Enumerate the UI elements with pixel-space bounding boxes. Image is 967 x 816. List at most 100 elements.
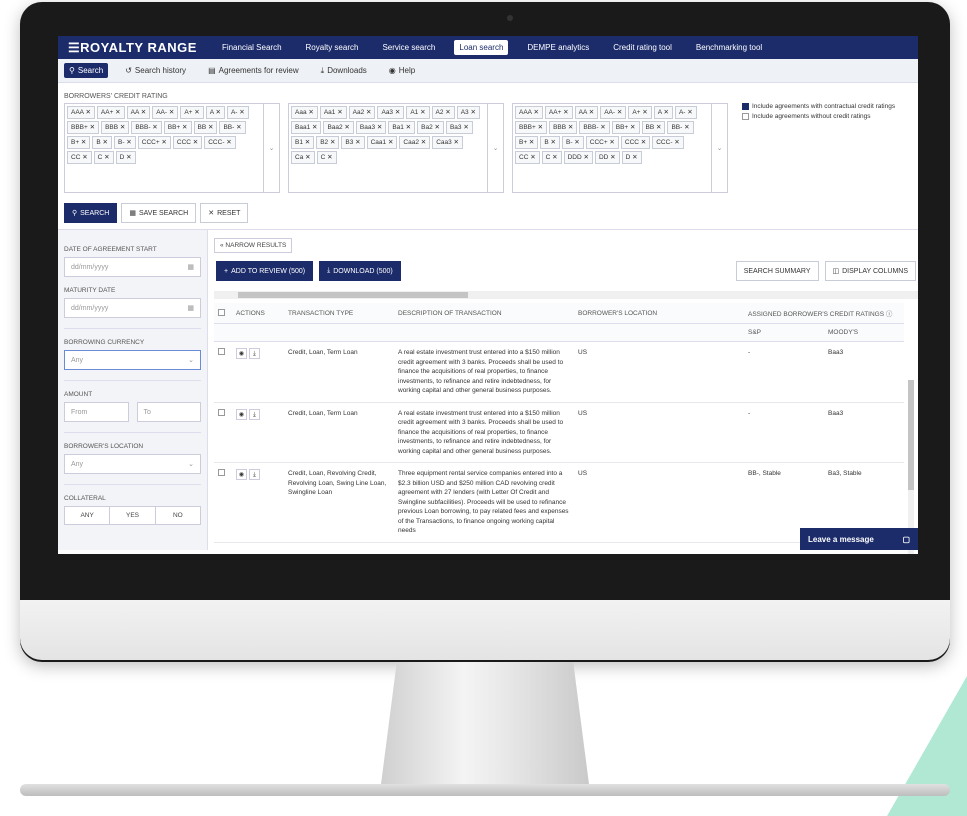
chevron-down-icon[interactable]: ⌄	[264, 103, 280, 193]
calendar-icon[interactable]: ▦	[187, 263, 194, 271]
select-all-checkbox[interactable]	[218, 308, 225, 316]
rating-chip[interactable]: Baa2 ✕	[323, 121, 354, 134]
currency-select[interactable]: Any ⌄	[64, 350, 201, 370]
calendar-icon[interactable]: ▦	[187, 304, 194, 312]
location-select[interactable]: Any ⌄	[64, 454, 201, 474]
rating-chip[interactable]: BBB ✕	[549, 121, 578, 134]
checkbox-checked[interactable]	[742, 103, 749, 110]
rating-chip[interactable]: CC ✕	[515, 151, 540, 164]
row-checkbox[interactable]	[218, 408, 225, 416]
rating-chip[interactable]: AAA ✕	[515, 106, 543, 119]
nav-royalty-search[interactable]: Royalty search	[301, 40, 364, 55]
moodys-ratings-select[interactable]: Aaa ✕ Aa1 ✕ Aa2 ✕ Aa3 ✕ A1 ✕ A2 ✕ A3 ✕ Baa1 ✕ Ba…	[288, 103, 504, 193]
fitch-ratings-select[interactable]: AAA ✕ AA+ ✕ AA ✕ AA- ✕ A+ ✕ A ✕ A- ✕ BBB+ ✕ BBB …	[512, 103, 728, 193]
col-transaction-type[interactable]: TRANSACTION TYPE	[284, 303, 394, 324]
rating-chip[interactable]: B2 ✕	[316, 136, 340, 149]
rating-chip[interactable]: CCC ✕	[172, 136, 203, 149]
rating-chip[interactable]: A- ✕	[674, 106, 697, 119]
rating-chip[interactable]: D ✕	[115, 151, 136, 164]
rating-chip[interactable]: BBB ✕	[101, 121, 130, 134]
rating-chip[interactable]: A3 ✕	[456, 106, 480, 119]
rating-chip[interactable]: BB- ✕	[667, 121, 694, 134]
rating-chip[interactable]: A- ✕	[226, 106, 249, 119]
maturity-input[interactable]: dd/mm/yyyy ▦	[64, 298, 201, 318]
rating-chip[interactable]: Caa2 ✕	[399, 136, 431, 149]
logo[interactable]: ☰ROYALTY RANGE	[68, 40, 197, 56]
nav-service-search[interactable]: Service search	[377, 40, 440, 55]
rating-chip[interactable]: CCC ✕	[620, 136, 651, 149]
rating-chip[interactable]: C ✕	[93, 151, 114, 164]
vertical-scrollbar-thumb[interactable]	[908, 380, 914, 490]
rating-chip[interactable]: DDD ✕	[563, 151, 593, 164]
view-icon[interactable]: ◉	[236, 348, 247, 359]
rating-chip[interactable]: A+ ✕	[628, 106, 652, 119]
rating-chip[interactable]: B- ✕	[113, 136, 136, 149]
rating-chip[interactable]: Ba2 ✕	[417, 121, 444, 134]
rating-chip[interactable]: CC ✕	[67, 151, 92, 164]
download-icon[interactable]: ⤓	[249, 408, 260, 420]
col-sp[interactable]: S&P	[744, 323, 824, 342]
chevron-down-icon[interactable]: ⌄	[712, 103, 728, 193]
scrollbar-thumb[interactable]	[238, 292, 468, 298]
collateral-no[interactable]: NO	[156, 507, 200, 524]
rating-chip[interactable]: Baa1 ✕	[291, 121, 322, 134]
nav-financial-search[interactable]: Financial Search	[217, 40, 287, 55]
moodys-ratings-chips[interactable]: Aaa ✕ Aa1 ✕ Aa2 ✕ Aa3 ✕ A1 ✕ A2 ✕ A3 ✕ Baa1 ✕ Ba…	[288, 103, 488, 193]
rating-chip[interactable]: A2 ✕	[431, 106, 455, 119]
download-button[interactable]: ⤓ DOWNLOAD (500)	[319, 261, 401, 281]
rating-chip[interactable]: A ✕	[653, 106, 673, 119]
rating-chip[interactable]: DD ✕	[594, 151, 620, 164]
nav-dempe-analytics[interactable]: DEMPE analytics	[522, 40, 594, 55]
save-search-button[interactable]: ▦ SAVE SEARCH	[121, 203, 197, 223]
rating-chip[interactable]: Aa2 ✕	[348, 106, 376, 119]
rating-chip[interactable]: B ✕	[92, 136, 112, 149]
rating-chip[interactable]: AA- ✕	[600, 106, 627, 119]
rating-chip[interactable]: D ✕	[621, 151, 642, 164]
rating-chip[interactable]: BBB- ✕	[579, 121, 610, 134]
rating-chip[interactable]: B ✕	[540, 136, 560, 149]
fitch-ratings-chips[interactable]: AAA ✕ AA+ ✕ AA ✕ AA- ✕ A+ ✕ A ✕ A- ✕ BBB+ ✕ BBB …	[512, 103, 712, 193]
rating-chip[interactable]: C ✕	[541, 151, 562, 164]
rating-chip[interactable]: B1 ✕	[291, 136, 315, 149]
subnav-review[interactable]: ▤ Agreements for review	[203, 63, 304, 78]
rating-chip[interactable]: AA ✕	[574, 106, 599, 119]
nav-credit-rating-tool[interactable]: Credit rating tool	[608, 40, 677, 55]
search-summary-button[interactable]: SEARCH SUMMARY	[735, 261, 819, 281]
rating-chip[interactable]: AA+ ✕	[96, 106, 125, 119]
download-icon[interactable]: ⤓	[249, 348, 260, 359]
rating-chip[interactable]: CCC- ✕	[652, 136, 684, 149]
rating-chip[interactable]: AAA ✕	[67, 106, 95, 119]
rating-chip[interactable]: BB ✕	[193, 121, 218, 134]
rating-chip[interactable]: C ✕	[316, 151, 337, 164]
rating-chip[interactable]: AA- ✕	[152, 106, 179, 119]
reset-button[interactable]: ✕ RESET	[200, 203, 249, 223]
rating-chip[interactable]: CCC+ ✕	[585, 136, 619, 149]
rating-chip[interactable]: BB+ ✕	[163, 121, 192, 134]
rating-chip[interactable]: B+ ✕	[67, 136, 91, 149]
subnav-search[interactable]: ⚲ Search	[64, 63, 109, 78]
rating-chip[interactable]: BB ✕	[641, 121, 666, 134]
add-to-review-button[interactable]: + ADD TO REVIEW (500)	[216, 261, 314, 281]
rating-chip[interactable]: B+ ✕	[515, 136, 539, 149]
checkbox[interactable]	[742, 113, 749, 120]
rating-chip[interactable]: Baa3 ✕	[355, 121, 387, 134]
collateral-any[interactable]: ANY	[65, 507, 111, 524]
rating-chip[interactable]: A1 ✕	[406, 106, 430, 119]
rating-chip[interactable]: BB+ ✕	[611, 121, 640, 134]
narrow-results-button[interactable]: « NARROW RESULTS	[214, 238, 293, 253]
amount-to-input[interactable]: To	[136, 402, 201, 422]
rating-chip[interactable]: B- ✕	[561, 136, 584, 149]
nav-loan-search[interactable]: Loan search	[454, 40, 509, 55]
rating-chip[interactable]: Ba3 ✕	[445, 121, 473, 134]
check-without[interactable]: Include agreements without credit rating…	[742, 113, 895, 120]
rating-chip[interactable]: Caa3 ✕	[432, 136, 463, 149]
rating-chip[interactable]: A ✕	[205, 106, 225, 119]
rating-chip[interactable]: Aa1 ✕	[319, 106, 347, 119]
rating-chip[interactable]: Aaa ✕	[291, 106, 318, 119]
row-checkbox[interactable]	[218, 348, 225, 355]
download-icon[interactable]: ⤓	[249, 469, 260, 480]
rating-chip[interactable]: BB- ✕	[219, 121, 246, 134]
horizontal-scrollbar[interactable]	[214, 291, 918, 299]
rating-chip[interactable]: B3 ✕	[341, 136, 365, 149]
subnav-downloads[interactable]: ⤓ Downloads	[316, 63, 372, 79]
